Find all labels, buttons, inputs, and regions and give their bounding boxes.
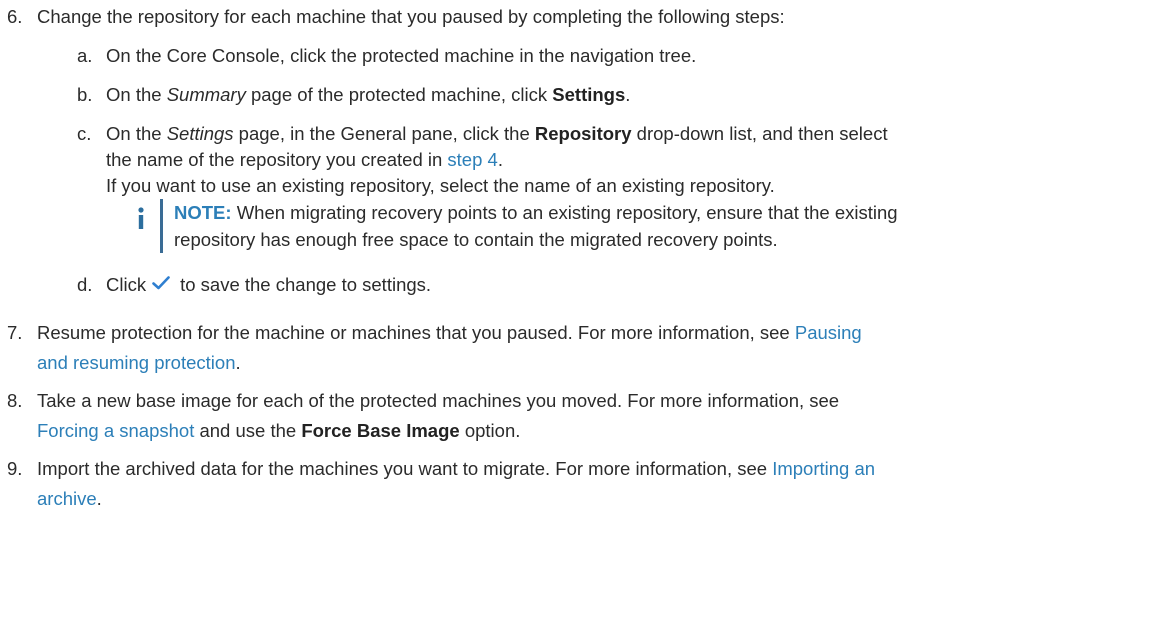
- line: Resume protection for the machine or mac…: [37, 318, 1157, 348]
- emphasis-summary: Summary: [166, 84, 246, 105]
- text-run: When migrating recovery points to an exi…: [231, 202, 898, 223]
- line: Take a new base image for each of the pr…: [37, 390, 840, 411]
- link-importing-archive[interactable]: Importing an: [772, 458, 875, 479]
- bold-repository: Repository: [534, 123, 632, 144]
- text-run: drop-down list, and then select: [631, 123, 888, 144]
- bold-settings: Settings: [552, 84, 626, 105]
- text-run: option.: [459, 420, 521, 441]
- step-number: 7.: [7, 322, 23, 343]
- line: Import the archived data for the machine…: [37, 454, 1157, 484]
- step-number: 6.: [7, 6, 23, 27]
- step-text: Change the repository for each machine t…: [37, 6, 785, 27]
- link-step-4[interactable]: step 4: [447, 149, 497, 170]
- step-text: Import the archived data for the machine…: [37, 454, 1157, 514]
- text-run: Import the archived data for the machine…: [37, 458, 773, 479]
- text-run: page, in the General pane, click the: [233, 123, 535, 144]
- text-run: the name of the repository you created i…: [106, 149, 448, 170]
- text-run: Resume protection for the machine or mac…: [37, 322, 795, 343]
- note-line: repository has enough free space to cont…: [174, 229, 778, 250]
- note-text: NOTE: When migrating recovery points to …: [174, 199, 1154, 253]
- text-run: Click: [106, 274, 147, 295]
- link-resuming-protection[interactable]: and resuming protection: [37, 352, 235, 373]
- line: archive.: [37, 484, 1157, 514]
- text-run: On the: [106, 123, 167, 144]
- text-run: .: [96, 488, 102, 509]
- substep-text: On the Settings page, in the General pan…: [106, 121, 1156, 199]
- text-run: .: [235, 352, 241, 373]
- line: Forcing a snapshot and use the Force Bas…: [37, 416, 1157, 446]
- substep-letter: d.: [77, 274, 93, 295]
- text-run: page of the protected machine, click: [245, 84, 553, 105]
- emphasis-settings: Settings: [166, 123, 234, 144]
- bold-force-base-image: Force Base Image: [301, 420, 460, 441]
- text-run: On the: [106, 84, 167, 105]
- text-run: to save the change to settings.: [180, 274, 432, 295]
- step-text: Take a new base image for each of the pr…: [37, 386, 1157, 446]
- link-forcing-snapshot[interactable]: Forcing a snapshot: [37, 420, 194, 441]
- step-number: 9.: [7, 458, 23, 479]
- line: the name of the repository you created i…: [106, 147, 1156, 173]
- info-icon: [138, 207, 144, 229]
- substep-letter: c.: [77, 123, 92, 144]
- substep-letter: a.: [77, 45, 93, 66]
- text-run: .: [625, 84, 631, 105]
- substep-text: On the Summary page of the protected mac…: [106, 82, 1156, 108]
- link-pausing[interactable]: Pausing: [795, 322, 862, 343]
- note-bar: [160, 199, 163, 253]
- link-archive[interactable]: archive: [37, 488, 97, 509]
- substep-text: On the Core Console, click the protected…: [106, 45, 697, 66]
- note-label: NOTE:: [174, 202, 232, 223]
- substep-letter: b.: [77, 84, 93, 105]
- substep-text: Click to save the change to settings.: [106, 272, 1156, 298]
- note-line: NOTE: When migrating recovery points to …: [174, 199, 1154, 226]
- step-number: 8.: [7, 390, 23, 411]
- note-callout: NOTE: When migrating recovery points to …: [132, 199, 1152, 253]
- line: If you want to use an existing repositor…: [106, 175, 775, 196]
- text-run: .: [497, 149, 503, 170]
- step-text: Resume protection for the machine or mac…: [37, 318, 1157, 378]
- line: and resuming protection.: [37, 348, 1157, 378]
- line: On the Settings page, in the General pan…: [106, 121, 1156, 147]
- check-icon: [152, 276, 170, 290]
- text-run: and use the: [194, 420, 302, 441]
